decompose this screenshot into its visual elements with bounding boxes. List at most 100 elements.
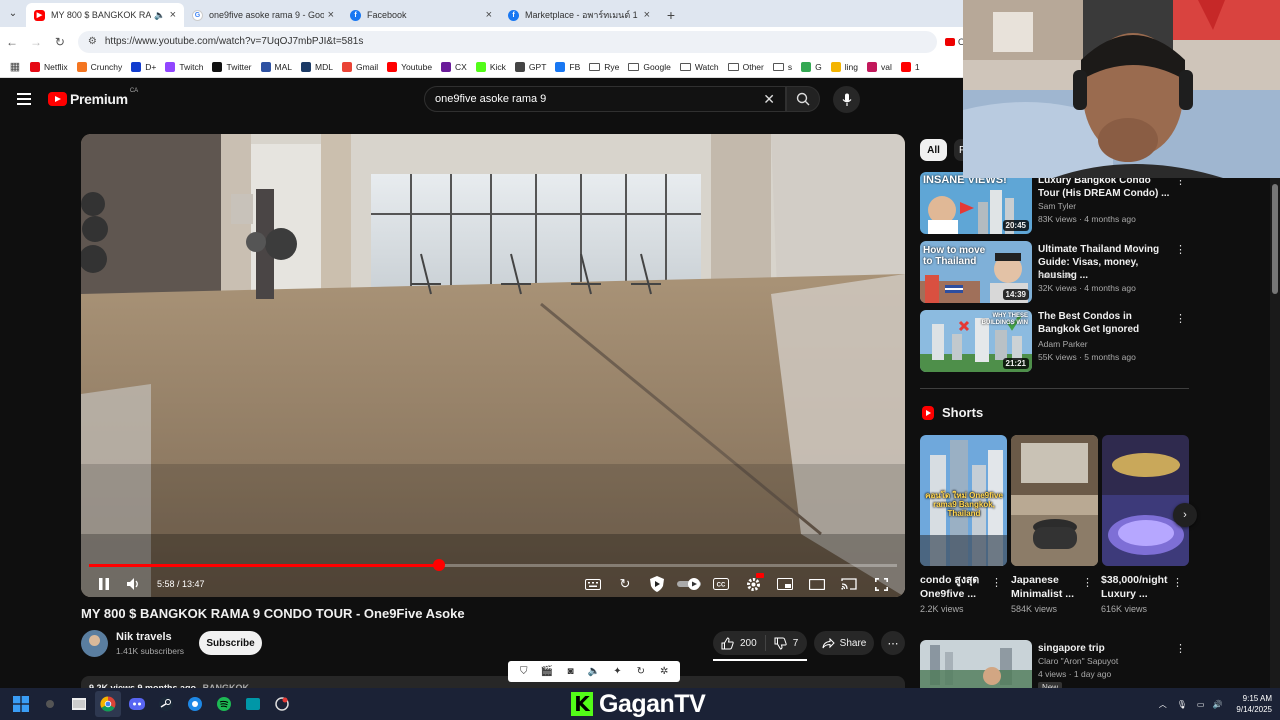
bookmark-mdl[interactable]: MDL [301, 61, 333, 72]
shorts-next-arrow-icon[interactable]: › [1173, 503, 1197, 527]
more-actions-icon[interactable]: ⋯ [881, 631, 905, 655]
bookmark-g[interactable]: G [801, 61, 822, 72]
volume-icon[interactable] [119, 571, 149, 597]
tab-facebook[interactable]: f Facebook × [342, 3, 500, 27]
subtitles-icon[interactable]: CC [705, 571, 737, 597]
youtube-extension-icon[interactable] [944, 37, 955, 46]
subscribe-button[interactable]: Subscribe [199, 631, 262, 655]
recommended-video[interactable]: How to move to Thailand 14:39 Ultimate T… [920, 241, 1190, 303]
steam-icon[interactable] [153, 691, 179, 717]
short-thumbnail[interactable] [1011, 435, 1098, 566]
refresh-icon[interactable]: ↻ [635, 666, 647, 678]
channel-name[interactable]: Nik travels [116, 631, 172, 643]
bookmark-twitch[interactable]: Twitch [165, 61, 203, 72]
tab-youtube[interactable]: ▶ MY 800 $ BANGKOK RAMA 🔈 × [26, 3, 184, 27]
settings-gear-icon[interactable] [737, 571, 769, 597]
camera-icon[interactable]: ◙ [565, 666, 577, 678]
bookmark-google[interactable]: Google [628, 62, 671, 72]
bookmark-val[interactable]: val [866, 61, 892, 72]
reload-icon[interactable]: ↻ [48, 35, 72, 49]
progress-bar[interactable] [89, 559, 897, 571]
bookmark-kick[interactable]: Kick [475, 61, 506, 72]
cast-icon[interactable] [833, 571, 865, 597]
recommended-video[interactable]: singapore trip Claro "Aron" Sapuyot 4 vi… [920, 640, 1190, 688]
pin-icon[interactable]: ✦ [611, 666, 623, 678]
search-input[interactable]: one9five asoke rama 9 ✕ [424, 86, 786, 112]
app-icon[interactable] [240, 691, 266, 717]
menu-icon[interactable] [17, 93, 31, 105]
bookmark-other[interactable]: Other [727, 62, 764, 72]
bookmark-netflix[interactable]: Netflix [30, 61, 68, 72]
clock[interactable]: 9:15 AM 9/14/2025 [1236, 693, 1272, 715]
clapperboard-icon[interactable]: 🎬 [541, 666, 553, 678]
apps-grid-icon[interactable]: ▦ [0, 60, 30, 73]
bookmark-cx[interactable]: CX [441, 61, 467, 72]
back-icon[interactable]: ← [0, 35, 24, 49]
recording-app-icon[interactable] [269, 691, 295, 717]
clear-search-icon[interactable]: ✕ [763, 91, 775, 108]
pause-icon[interactable] [89, 571, 119, 597]
kebab-menu-icon[interactable]: ⋮ [1082, 576, 1093, 589]
windows-start-icon[interactable] [8, 691, 34, 717]
close-tab-icon[interactable]: × [170, 9, 176, 21]
scrubber-handle[interactable] [432, 559, 445, 571]
bookmark-d-[interactable]: D+ [131, 61, 156, 72]
channel-avatar[interactable] [81, 630, 108, 657]
kebab-menu-icon[interactable]: ⋮ [1175, 243, 1186, 256]
bookmark-mal[interactable]: MAL [260, 61, 292, 72]
search-taskbar-icon[interactable] [37, 691, 63, 717]
forward-icon[interactable]: → [24, 35, 48, 49]
kebab-menu-icon[interactable]: ⋮ [1175, 312, 1186, 325]
volume-tray-icon[interactable]: 🔊 [1212, 700, 1222, 709]
dislike-button[interactable]: 7 [766, 637, 807, 650]
close-tab-icon[interactable]: × [486, 9, 492, 21]
autoplay-toggle[interactable] [673, 571, 705, 597]
new-tab-icon[interactable]: + [658, 3, 684, 27]
adblock-shield-icon[interactable] [641, 571, 673, 597]
url-field[interactable]: ⚙ https://www.youtube.com/watch?v=7UqOJ7… [77, 30, 937, 53]
kebab-menu-icon[interactable]: ⋮ [991, 576, 1002, 589]
shield-icon[interactable]: ⛉ [518, 666, 530, 678]
bookmark-watch[interactable]: Watch [679, 62, 719, 72]
chrome-icon[interactable] [95, 691, 121, 717]
kebab-menu-icon[interactable]: ⋮ [1172, 576, 1183, 589]
tab-google[interactable]: G one9five asoke rama 9 - Googl × [184, 3, 342, 27]
microphone-tray-icon[interactable]: 🎙 [1177, 700, 1187, 709]
video-player[interactable]: 5:58 / 13:47 ↻ CC [81, 134, 905, 597]
bookmark-s[interactable]: s [772, 62, 792, 72]
display-tray-icon[interactable]: ▭ [1197, 700, 1205, 709]
bookmark-ling[interactable]: ling [830, 61, 858, 72]
settings-icon[interactable]: ✲ [658, 666, 670, 678]
bookmark-youtube[interactable]: Youtube [387, 61, 432, 72]
theater-mode-icon[interactable] [801, 571, 833, 597]
file-explorer-icon[interactable] [66, 691, 92, 717]
youtube-premium-logo[interactable]: Premium CA [48, 88, 138, 107]
close-tab-icon[interactable]: × [644, 9, 650, 21]
recommended-video[interactable]: INSANE VIEWS! 20:45 Luxury Bangkok Condo… [920, 172, 1190, 234]
tab-marketplace[interactable]: f Marketplace - อพาร์ทเมนต์ 1 ห้อง × [500, 3, 658, 27]
scrollbar-thumb[interactable] [1272, 184, 1278, 294]
fullscreen-icon[interactable] [865, 571, 897, 597]
keyboard-icon[interactable] [577, 571, 609, 597]
spotify-icon[interactable] [211, 691, 237, 717]
site-info-icon[interactable]: ⚙ [88, 36, 97, 47]
browser-icon[interactable] [182, 691, 208, 717]
recommended-video[interactable]: WHY THESE BUILDINGS WIN 21:21 The Best C… [920, 310, 1190, 372]
close-tab-icon[interactable]: × [328, 9, 334, 21]
discord-icon[interactable] [124, 691, 150, 717]
speaker-icon[interactable]: 🔈 [154, 10, 165, 21]
bookmark-crunchy[interactable]: Crunchy [76, 61, 122, 72]
voice-search-button[interactable] [833, 86, 860, 113]
short-thumbnail[interactable]: คอนโด ใหม่ One9five rama9 Bangkok, Thail… [920, 435, 1007, 566]
bookmark-1[interactable]: 1 [900, 61, 920, 72]
kebab-menu-icon[interactable]: ⋮ [1175, 642, 1186, 655]
chip-all[interactable]: All [920, 139, 947, 161]
tray-overflow-icon[interactable]: ︿ [1159, 699, 1167, 710]
miniplayer-icon[interactable] [769, 571, 801, 597]
page-scrollbar[interactable] [1270, 178, 1280, 688]
bookmark-gmail[interactable]: Gmail [341, 61, 378, 72]
search-button[interactable] [786, 86, 820, 112]
bookmark-rye[interactable]: Rye [589, 62, 619, 72]
tab-search-icon[interactable]: ⌄ [0, 0, 26, 27]
share-button[interactable]: Share [814, 631, 874, 655]
